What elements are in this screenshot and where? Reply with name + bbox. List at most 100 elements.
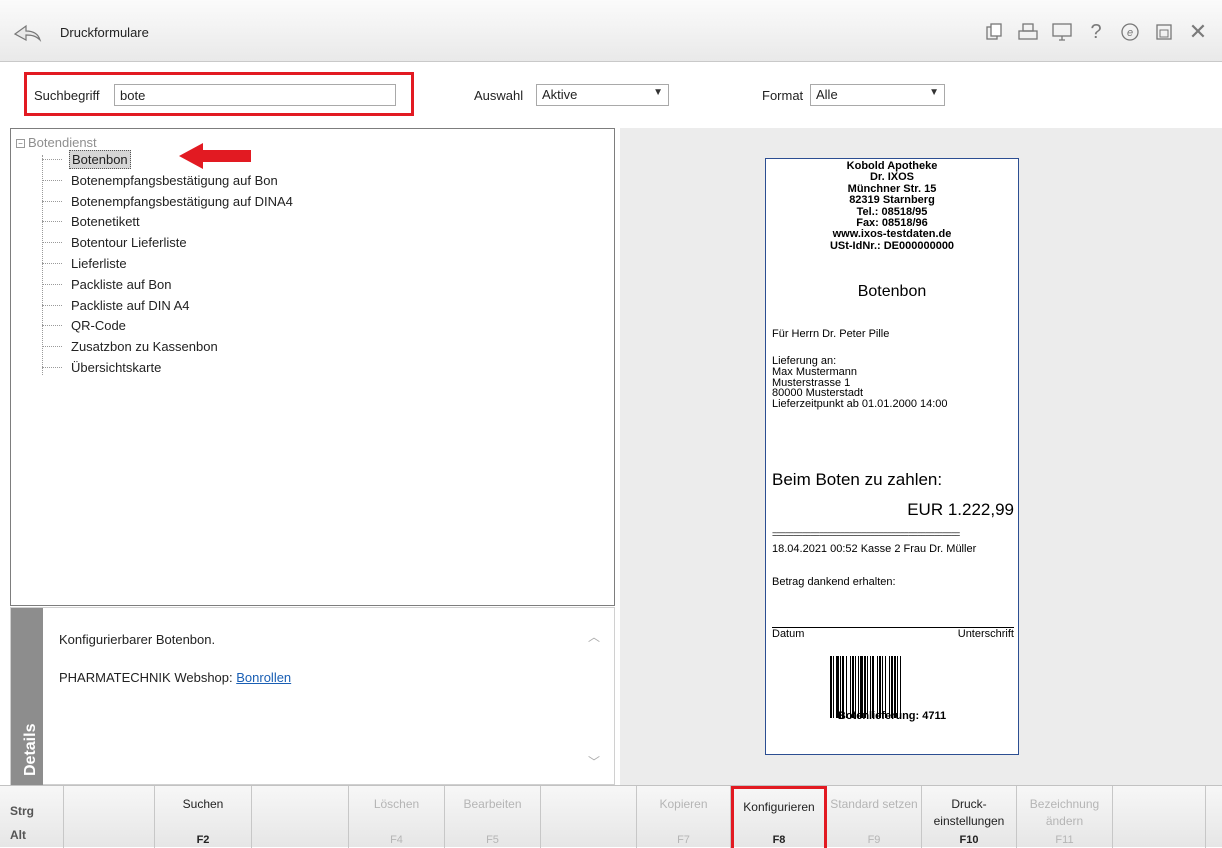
fkey-label: Suchen [182,797,224,811]
fkey-label: Löschen [373,797,420,811]
scroll-up-icon[interactable]: ︿ [588,628,600,645]
details-tab-label: Details [22,723,39,776]
bonrollen-link[interactable]: Bonrollen [236,670,291,685]
tree-item-label: QR-Code [71,318,126,334]
form-tree: − Botendienst Botenbon Botenempfangsbestät… [10,128,615,606]
fkey-shortcut: F11 [1055,834,1074,846]
receipt-header-line: Kobold Apotheke [846,160,938,172]
tree-item[interactable]: QR-Code [42,315,128,336]
modifier-alt[interactable]: Alt [10,828,26,842]
receipt-preview: Kobold Apotheke Dr. IXOS Münchner Str. 15 8… [765,158,1019,755]
tree-connector [42,221,62,223]
receipt-transaction: 18.04.2021 00:52 Kasse 2 Frau Dr. Müller [772,543,977,555]
details-webshop: PHARMATECHNIK Webshop: Bonrollen [59,670,291,685]
fkey-button[interactable]: Bearbeiten F5 [445,786,541,848]
details-description: Konfigurierbarer Botenbon. [59,632,216,647]
receipt-delivery-line: Lieferzeitpunkt ab 01.01.2000 14:00 [772,398,948,411]
fkey-button[interactable]: Standard setzen F9 [827,786,922,848]
title-bar-icons: ? e ✕ [982,19,1210,44]
tree-item-label: Botenempfangsbestätigung auf DINA4 [71,193,293,209]
preview-panel: Kobold Apotheke Dr. IXOS Münchner Str. 15 8… [620,128,1222,785]
collapse-icon[interactable]: − [16,139,25,148]
tree-connector [42,283,62,285]
receipt-header-line: 82319 Starnberg [849,194,935,207]
details-panel: Details Konfigurierbarer Botenbon. PHARM… [10,607,615,786]
back-arrow-icon[interactable] [12,22,42,44]
red-arrow-annotation [179,143,251,169]
documents-icon[interactable] [982,20,1006,44]
tree-item-label: Zusatzbon zu Kassenbon [71,339,218,355]
help-icon[interactable]: ? [1084,20,1108,44]
chevron-down-icon: ▼ [653,87,663,98]
fkey-button[interactable]: Kopieren F7 [637,786,731,848]
tree-connector [42,325,62,327]
receipt-recipient: Für Herrn Dr. Peter Pille [772,328,890,340]
tree-item-label: Botenbon [69,150,131,169]
fkey-shortcut: F10 [959,834,979,846]
fkey-button[interactable]: Suchen F2 [155,786,252,848]
close-icon[interactable]: ✕ [1186,19,1210,44]
tree-root[interactable]: − Botendienst [16,135,97,150]
tree-item-label: Lieferliste [71,256,127,271]
receipt-amount: EUR 1.222,99 [907,500,1014,519]
tree-item-label: Botenempfangsbestätigung auf Bon [71,172,278,188]
fkey-button[interactable] [541,786,637,848]
tree-item[interactable]: Botenbon [42,149,131,170]
details-tab[interactable]: Details [11,608,43,786]
tree-item[interactable]: Übersichtskarte [42,357,163,378]
fkey-label: Druck-einstellungen [933,797,1005,828]
window-restore-icon[interactable] [1152,20,1176,44]
tree-connector [42,200,62,202]
auswahl-select[interactable]: Aktive ▼ [536,84,669,106]
fkey-button[interactable]: Bezeichnung ändern F11 [1017,786,1113,848]
receipt-signature-label: Unterschrift [957,628,1014,640]
fkey-button[interactable] [64,786,155,848]
tree-item[interactable]: Botenempfangsbestätigung auf DINA4 [42,191,295,212]
tree-item[interactable]: Zusatzbon zu Kassenbon [42,336,220,357]
tree-item[interactable]: Botenetikett [42,211,142,232]
fkey-label: Bezeichnung ändern [1029,797,1100,828]
tree-root-label: Botendienst [28,135,97,150]
fkey-shortcut: F7 [677,834,690,846]
receipt-header-line: Tel.: 08518/95 [856,205,928,218]
receipt-header-line: Dr. IXOS [869,171,915,184]
fkey-shortcut: F9 [867,834,881,846]
scroll-down-icon[interactable]: ﹀ [588,753,600,770]
tree-connector [42,263,62,264]
search-label: Suchbegriff [34,88,100,103]
receipt-title: Botenbon [857,283,927,300]
tree-item-label: Botenetikett [71,214,140,230]
fkey-button[interactable]: Konfigurieren F8 [731,786,827,848]
tree-item[interactable]: Botenempfangsbestätigung auf Bon [42,170,280,191]
e-circle-icon[interactable]: e [1118,20,1142,44]
tree-item-label: Botentour Lieferliste [71,235,187,251]
barcode-bar [901,656,902,718]
tree-item[interactable]: Botentour Lieferliste [42,232,189,253]
title-bar: Druckformulare ? e ✕ [0,0,1222,62]
fkey-button[interactable]: Druck-einstellungen F10 [922,786,1017,848]
tree-item[interactable]: Lieferliste [42,253,129,274]
fkey-button[interactable]: Löschen F4 [349,786,445,848]
auswahl-label: Auswahl [474,88,524,103]
tree-item-label: Packliste auf DIN A4 [71,297,190,313]
chevron-down-icon: ▼ [929,87,939,98]
receipt-footer: Botenlieferung: 4711 [837,710,947,722]
tree-item[interactable]: Packliste auf Bon [42,274,173,295]
format-select[interactable]: Alle ▼ [810,84,945,106]
fkey-label: Standard setzen [830,797,918,811]
function-key-bar: Strg Alt Suchen F2 Löschen F4 Bearbeiten F5 Ko… [0,785,1222,848]
modifier-keys: Strg Alt [0,786,64,848]
tree-connector [42,304,62,306]
fkey-button[interactable] [1113,786,1206,848]
fkey-label: Kopieren [659,797,708,811]
fkey-button[interactable] [252,786,349,848]
search-input[interactable] [114,84,396,106]
monitor-icon[interactable] [1050,20,1074,44]
modifier-strg[interactable]: Strg [10,804,34,818]
printer-icon[interactable] [1016,20,1040,44]
format-value: Alle [816,87,838,102]
tree-item[interactable]: Packliste auf DIN A4 [42,295,192,316]
receipt-header-line: USt-IdNr.: DE000000000 [829,239,955,252]
tree-connector [42,179,62,181]
fkey-shortcut: F4 [390,834,403,846]
